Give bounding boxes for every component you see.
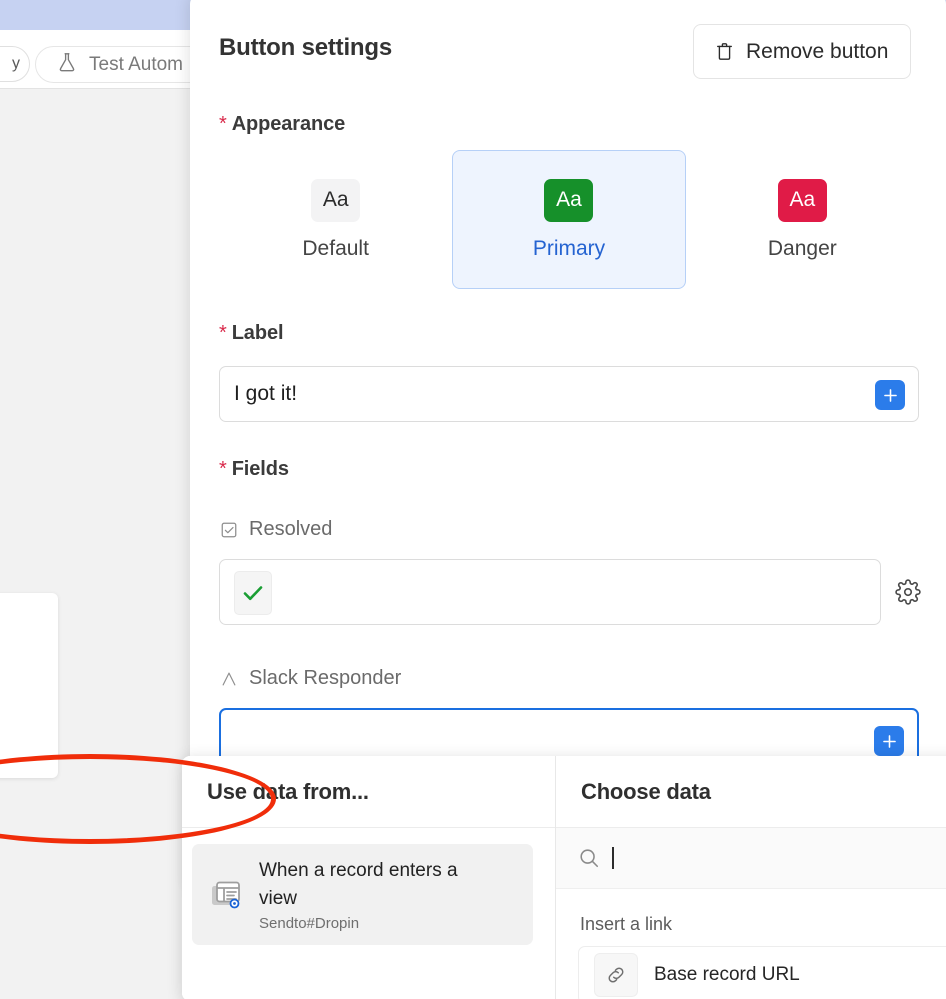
appearance-label-text: Appearance [231, 113, 346, 135]
list-item-title: When a record enters a view [259, 860, 458, 909]
appearance-sample-primary: Aa [544, 178, 594, 222]
panel-header: Button settings Remove button [190, 0, 946, 94]
slack-responder-insert-token-button[interactable] [874, 726, 904, 756]
use-data-from-title: Use data from... [182, 756, 555, 828]
appearance-name-danger: Danger [767, 236, 837, 260]
checkbox-icon [220, 521, 238, 539]
page-title: Button settings [219, 34, 392, 61]
required-marker: * [219, 113, 227, 135]
list-item[interactable]: Base record URL [578, 946, 946, 999]
required-marker: * [219, 458, 227, 480]
appearance-name-primary: Primary [532, 236, 606, 260]
appearance-sample-default: Aa [311, 178, 361, 222]
gear-icon[interactable] [895, 579, 921, 605]
list-item-subtitle: Sendto#Dropin [259, 914, 360, 932]
fields-label-text: Fields [231, 458, 289, 480]
appearance-option-primary[interactable]: Aa Primary [452, 150, 686, 289]
field-title-resolved: Resolved [220, 518, 332, 541]
link-icon [594, 953, 638, 997]
text-field-icon [220, 670, 238, 688]
appearance-options: Aa Default Aa Primary Aa Danger [219, 150, 919, 289]
data-picker-popover: Use data from... When a record enters a … [182, 756, 946, 999]
background-card [0, 593, 58, 778]
field-name-resolved: Resolved [249, 518, 333, 540]
flask-icon [56, 51, 78, 79]
test-automation-label: Test Autom [89, 53, 183, 75]
fields-section-label: * Fields [219, 458, 289, 481]
label-input-value: I got it! [234, 382, 298, 405]
appearance-option-default[interactable]: Aa Default [219, 150, 452, 289]
list-item[interactable]: When a record enters a view Sendto#Dropi… [192, 844, 533, 945]
green-check-icon [234, 571, 272, 615]
field-title-slack-responder: Slack Responder [220, 667, 401, 690]
label-insert-token-button[interactable] [875, 380, 905, 410]
pill-partial-glyph: y [12, 55, 20, 72]
appearance-name-default: Default [302, 236, 369, 260]
choose-data-title: Choose data [556, 756, 946, 828]
field-name-slack-responder: Slack Responder [249, 667, 402, 689]
remove-button-label: Remove button [746, 39, 889, 63]
button-settings-panel: Button settings Remove button * Appearanc… [182, 0, 946, 999]
group-label-insert-a-link: Insert a link [580, 914, 673, 934]
label-section-label: * Label [219, 322, 284, 345]
appearance-option-danger[interactable]: Aa Danger [686, 150, 919, 289]
label-input[interactable]: I got it! [219, 366, 919, 422]
screen: y Test Autom Button settings Remove butt… [0, 0, 946, 999]
label-label-text: Label [231, 322, 284, 344]
field-value-resolved[interactable] [219, 559, 881, 625]
trash-icon [716, 42, 733, 61]
appearance-sample-danger: Aa [777, 178, 827, 222]
remove-button-button[interactable]: Remove button [693, 24, 912, 79]
appearance-section-label: * Appearance [219, 113, 345, 136]
list-item-label: Base record URL [654, 964, 800, 985]
search-icon [578, 847, 600, 869]
search-input[interactable] [556, 828, 946, 889]
use-data-from-panel: Use data from... When a record enters a … [182, 756, 555, 999]
choose-data-panel: Choose data Insert a link Base record UR… [555, 756, 946, 999]
text-caret [612, 847, 614, 869]
record-view-icon [208, 877, 244, 913]
required-marker: * [219, 322, 227, 344]
